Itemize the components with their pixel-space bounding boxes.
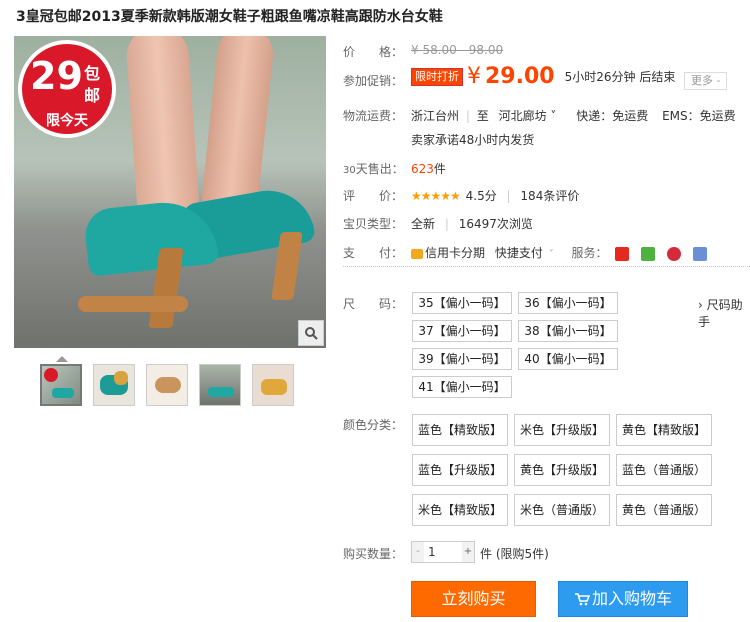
express-fee: 快递：免运费 <box>576 109 649 123</box>
credit-card-icon <box>411 248 423 259</box>
thumbnail[interactable] <box>146 364 188 406</box>
sales-label: 30天售出： <box>343 160 404 177</box>
credit-installment[interactable]: 信用卡分期 <box>425 246 485 260</box>
thumb-pointer-icon <box>56 356 68 362</box>
type-label: 宝贝类型： <box>343 217 404 231</box>
thumbnail-strip <box>40 364 294 406</box>
quantity-label: 购买数量： <box>343 547 404 561</box>
ship-to-prefix: 至 <box>476 109 489 123</box>
rating-score: 4.5分 <box>465 189 497 203</box>
promo-price: 29.00 <box>485 64 555 89</box>
shipping-label: 物流运费： <box>343 109 404 123</box>
quantity-plus-button[interactable]: + <box>462 542 474 562</box>
product-title: 3皇冠包邮2013夏季新款韩版潮女鞋子粗跟鱼嘴凉鞋高跟防水台女鞋 <box>16 9 443 25</box>
color-option[interactable]: 蓝色【精致版】 <box>412 414 508 446</box>
section-divider <box>343 266 750 267</box>
cart-icon <box>574 593 591 606</box>
promo-label: 参加促销： <box>343 74 404 88</box>
color-label: 颜色分类： <box>343 418 404 432</box>
quantity-stepper: - 1 + <box>411 541 475 563</box>
ship-separator: | <box>465 109 470 123</box>
type-value: 全新 <box>411 217 436 231</box>
ems-fee: EMS：免运费 <box>662 109 736 123</box>
more-promos-button[interactable]: 更多 - <box>684 72 728 90</box>
sales-label-text: 天售出： <box>355 162 404 176</box>
promo-countdown: 5小时26分钟 后结束 <box>564 70 676 84</box>
service-label: 服务： <box>571 246 608 260</box>
currency-symbol: ¥ <box>467 64 481 89</box>
ship-from: 浙江台州 <box>411 109 460 123</box>
zoom-icon[interactable] <box>298 320 324 346</box>
guarantee-icon[interactable] <box>641 246 656 261</box>
promo-row: 限时打折 ¥ 29.00 5小时26分钟 后结束 <box>411 64 675 89</box>
thumbnail[interactable] <box>199 364 241 406</box>
ship-promise: 卖家承诺48小时内发货 <box>411 133 535 147</box>
size-guide-link[interactable]: › 尺码助手 <box>698 296 750 330</box>
color-option[interactable]: 米色【精致版】 <box>412 494 508 526</box>
promo-badge: 29 包 邮 限今天 <box>18 40 116 138</box>
badge-text-bottom: 限今天 <box>46 113 88 129</box>
payment-label: 支 付： <box>343 246 404 260</box>
sales-unit: 件 <box>433 162 446 176</box>
badge-text-top2: 邮 <box>84 86 101 105</box>
size-label: 尺 码： <box>343 297 404 311</box>
add-to-cart-button[interactable]: 加入购物车 <box>558 581 688 617</box>
badge-number: 29 <box>30 54 83 98</box>
buy-now-button[interactable]: 立刻购买 <box>411 581 536 617</box>
color-option[interactable]: 蓝色【升级版】 <box>412 454 508 486</box>
main-product-image[interactable]: 29 包 邮 限今天 <box>14 36 326 348</box>
size-option[interactable]: 41【偏小一码】 <box>412 376 512 398</box>
color-option[interactable]: 米色（普通版） <box>514 494 610 526</box>
quantity-limit: 件 (限购5件) <box>480 547 549 561</box>
badge-text-top: 包 <box>84 64 101 83</box>
view-count: 16497次浏览 <box>458 217 533 231</box>
quantity-minus-button[interactable]: - <box>412 542 424 562</box>
add-to-cart-label: 加入购物车 <box>591 589 672 608</box>
size-option[interactable]: 39【偏小一码】 <box>412 348 512 370</box>
thumbnail[interactable] <box>93 364 135 406</box>
type-row: 全新 | 16497次浏览 <box>411 215 533 232</box>
size-option[interactable]: 35【偏小一码】 <box>412 292 512 314</box>
sales-count[interactable]: 623 <box>411 162 434 176</box>
heart-service-icon[interactable] <box>667 246 682 261</box>
rating-row: ★★★★★ 4.5分 | 184条评价 <box>411 187 579 204</box>
thumbnail[interactable] <box>252 364 294 406</box>
price-label: 价 格： <box>343 45 404 59</box>
rating-label: 评 价： <box>343 189 404 203</box>
payment-row: 信用卡分期 快捷支付 ˅ 服务： <box>411 244 711 261</box>
seven-day-return-icon[interactable] <box>615 246 630 261</box>
size-option[interactable]: 36【偏小一码】 <box>518 292 618 314</box>
sales-days: 30 <box>343 165 356 176</box>
size-option[interactable]: 40【偏小一码】 <box>518 348 618 370</box>
payment-dropdown-icon[interactable]: ˅ <box>549 249 554 260</box>
rating-separator: | <box>506 189 511 203</box>
color-option[interactable]: 黄色（普通版） <box>616 494 712 526</box>
type-separator: | <box>444 217 449 231</box>
thumbnail[interactable] <box>40 364 82 406</box>
quick-pay[interactable]: 快捷支付 <box>495 246 543 260</box>
quantity-input[interactable]: 1 <box>428 542 436 562</box>
color-option[interactable]: 黄色【精致版】 <box>616 414 712 446</box>
shipping-row: 浙江台州 | 至 河北廊坊 ˅ 快递：免运费 EMS：免运费 <box>411 107 736 124</box>
color-option[interactable]: 米色【升级版】 <box>514 414 610 446</box>
size-option[interactable]: 37【偏小一码】 <box>412 320 512 342</box>
image-sole-left <box>78 296 188 312</box>
original-price: ¥ 58.00 - 98.00 <box>411 43 504 57</box>
color-option[interactable]: 蓝色（普通版） <box>616 454 712 486</box>
color-option[interactable]: 黄色【升级版】 <box>514 454 610 486</box>
size-option[interactable]: 38【偏小一码】 <box>518 320 618 342</box>
invoice-icon[interactable] <box>692 246 707 261</box>
rating-stars-icon: ★★★★★ <box>411 189 461 203</box>
ship-to-select[interactable]: 河北廊坊 ˅ <box>499 109 557 123</box>
review-count[interactable]: 184条评价 <box>520 189 579 203</box>
promo-tag: 限时打折 <box>411 67 463 86</box>
sales-row: 623件 <box>411 160 446 177</box>
